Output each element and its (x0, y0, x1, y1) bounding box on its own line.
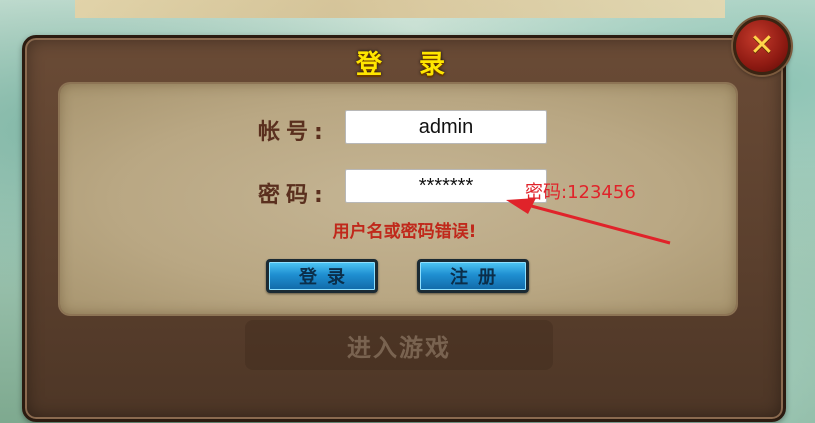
annotation-arrow-icon (506, 198, 671, 245)
